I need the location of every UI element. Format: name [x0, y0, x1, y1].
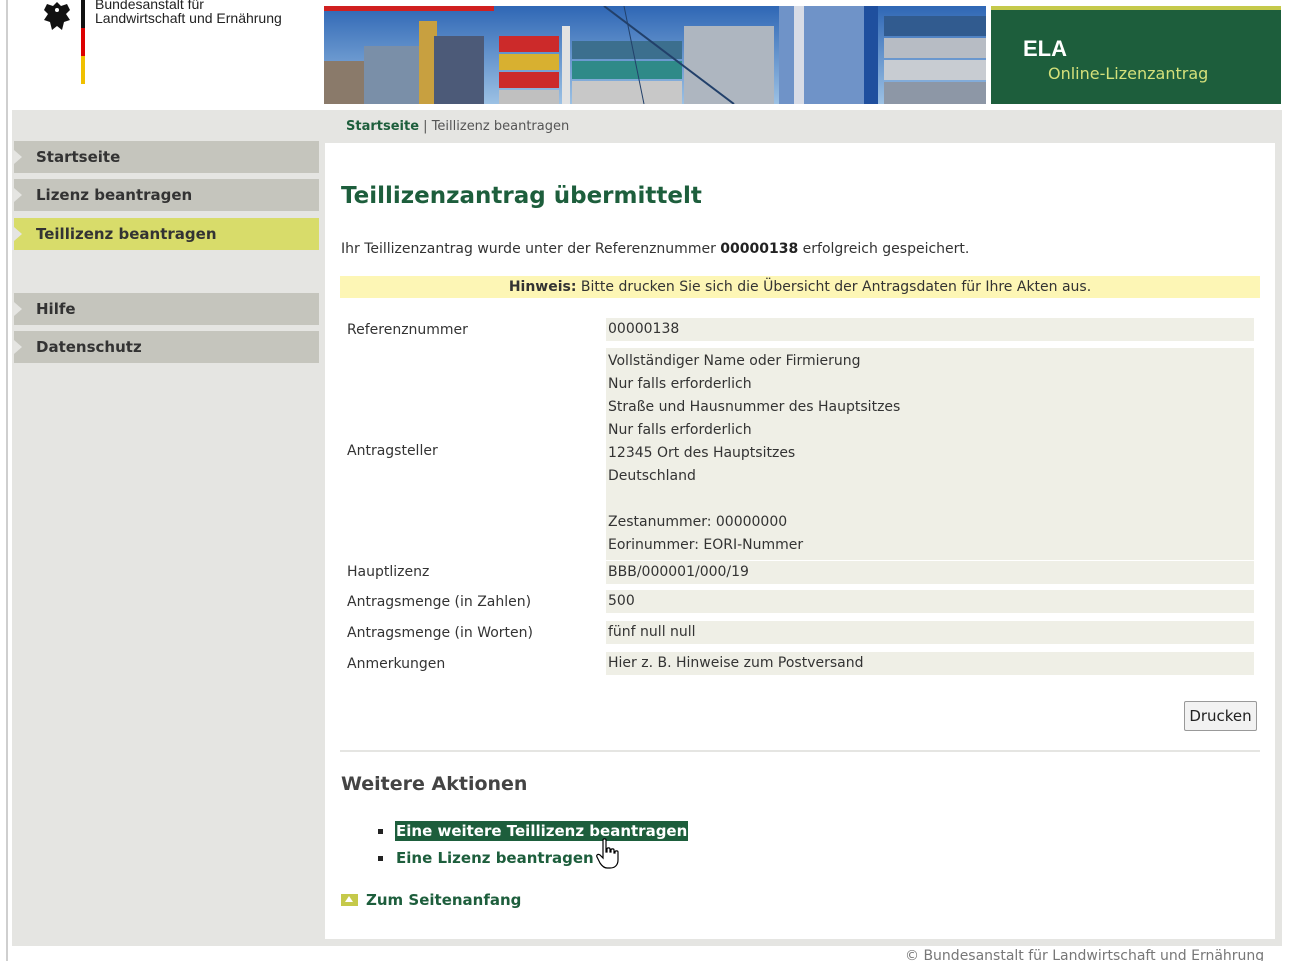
list-item: Eine weitere Teillizenz beantragen [375, 820, 689, 847]
nav-arrow-icon [14, 340, 22, 354]
main-content: Teillizenzantrag übermittelt Ihr Teilliz… [325, 143, 1275, 939]
detail-value-line: 12345 Ort des Hauptsitzes [608, 445, 796, 461]
app-title: ELA [1023, 36, 1067, 61]
header-banner-image [324, 6, 986, 104]
detail-value-anmerkungen: Hier z. B. Hinweise zum Postversand [606, 652, 1254, 675]
sidebar-item-lizenz-beantragen[interactable]: Lizenz beantragen [14, 179, 319, 211]
confirmation-message: Ihr Teillizenzantrag wurde unter der Ref… [341, 241, 969, 257]
hint-label: Hinweis: [508, 279, 577, 295]
organization-name: Bundesanstalt für Landwirtschaft und Ern… [95, 0, 282, 26]
org-name-line1: Bundesanstalt für [95, 0, 204, 10]
request-another-partial-license-link[interactable]: Eine weitere Teillizenz beantragen [395, 821, 689, 841]
sidebar-item-startseite[interactable]: Startseite [14, 141, 319, 173]
hand-pointer-cursor-icon [596, 838, 619, 869]
breadcrumb-current: Teillizenz beantragen [431, 119, 570, 134]
sidebar-item-datenschutz[interactable]: Datenschutz [14, 331, 319, 363]
org-name-line2: Landwirtschaft und Ernährung [95, 10, 282, 26]
nav-arrow-icon [14, 188, 22, 202]
app-subtitle: Online-Lizenzantrag [1048, 64, 1209, 83]
sidebar-item-label: Teillizenz beantragen [36, 225, 217, 243]
german-flag-bar [81, 0, 85, 84]
back-to-top-label: Zum Seitenanfang [366, 891, 522, 909]
detail-value-line: Nur falls erforderlich [608, 376, 752, 392]
back-to-top-link[interactable]: Zum Seitenanfang [341, 891, 521, 909]
page-left-rule [6, 0, 8, 961]
section-divider [340, 750, 1260, 752]
hint-text: Bitte drucken Sie sich die Übersicht der… [576, 279, 1092, 295]
detail-label-referenznummer: Referenznummer [347, 322, 468, 338]
detail-value-line: Straße und Hausnummer des Hauptsitzes [608, 399, 901, 415]
detail-value-antragsteller: Vollständiger Name oder Firmierung Nur f… [606, 348, 1254, 560]
breadcrumb-separator: | [419, 119, 432, 134]
sidebar-item-label: Datenschutz [36, 338, 142, 356]
nav-arrow-icon [14, 302, 22, 316]
nav-arrow-icon [14, 227, 22, 241]
detail-value-referenznummer: 00000138 [606, 318, 1254, 341]
arrow-up-icon [341, 894, 358, 906]
ble-logo[interactable]: Bundesanstalt für Landwirtschaft und Ern… [38, 0, 318, 100]
print-hint-banner: Hinweis: Bitte drucken Sie sich die Über… [340, 276, 1260, 298]
detail-value-line: Eorinummer: EORI-Nummer [608, 537, 804, 553]
detail-label-hauptlizenz: Hauptlizenz [347, 564, 430, 580]
nav-arrow-icon [14, 150, 22, 164]
detail-value-line: fünf null null [608, 624, 696, 640]
intro-text-end: erfolgreich gespeichert. [798, 241, 970, 257]
sidebar-item-label: Startseite [36, 148, 121, 166]
detail-label-anmerkungen: Anmerkungen [347, 656, 446, 672]
detail-value-line: 500 [608, 593, 635, 609]
intro-text: Ihr Teillizenzantrag wurde unter der Ref… [341, 241, 721, 257]
request-license-link[interactable]: Eine Lizenz beantragen [395, 848, 595, 868]
more-actions-list: Eine weitere Teillizenz beantragen Eine … [375, 820, 689, 874]
more-actions-heading: Weitere Aktionen [341, 773, 528, 795]
breadcrumb: Startseite | Teillizenz beantragen [346, 119, 569, 134]
detail-value-line: Zestanummer: 00000000 [608, 514, 788, 530]
sidebar-item-label: Lizenz beantragen [36, 186, 193, 204]
ela-app-box: ELA Online-Lizenzantrag [991, 6, 1281, 104]
sidebar-item-hilfe[interactable]: Hilfe [14, 293, 319, 325]
detail-value-line: Vollständiger Name oder Firmierung [608, 353, 861, 369]
footer-copyright: © Bundesanstalt für Landwirtschaft und E… [905, 948, 1265, 961]
detail-value-line: Hier z. B. Hinweise zum Postversand [608, 655, 864, 671]
detail-value-hauptlizenz: BBB/000001/000/19 [606, 561, 1254, 584]
detail-label-antragsmenge-worten: Antragsmenge (in Worten) [347, 625, 533, 641]
breadcrumb-home-link[interactable]: Startseite [346, 119, 419, 134]
detail-value-line: 00000138 [608, 321, 680, 337]
federal-eagle-icon [44, 2, 70, 30]
list-item: Eine Lizenz beantragen [375, 847, 688, 874]
print-button[interactable]: Drucken [1184, 701, 1257, 731]
detail-label-antragsmenge-zahlen: Antragsmenge (in Zahlen) [347, 594, 532, 610]
detail-value-line [608, 488, 1254, 511]
detail-value-antragsmenge-zahlen: 500 [606, 590, 1254, 613]
sidebar-item-teillizenz-beantragen[interactable]: Teillizenz beantragen [14, 218, 319, 250]
page-title: Teillizenzantrag übermittelt [341, 183, 702, 209]
detail-value-line: BBB/000001/000/19 [608, 564, 749, 580]
detail-value-line: Deutschland [608, 468, 696, 484]
detail-value-line: Nur falls erforderlich [608, 422, 752, 438]
detail-label-antragsteller: Antragsteller [347, 443, 438, 459]
reference-number-inline: 00000138 [720, 241, 799, 257]
sidebar-item-label: Hilfe [36, 300, 76, 318]
detail-value-antragsmenge-worten: fünf null null [606, 621, 1254, 644]
